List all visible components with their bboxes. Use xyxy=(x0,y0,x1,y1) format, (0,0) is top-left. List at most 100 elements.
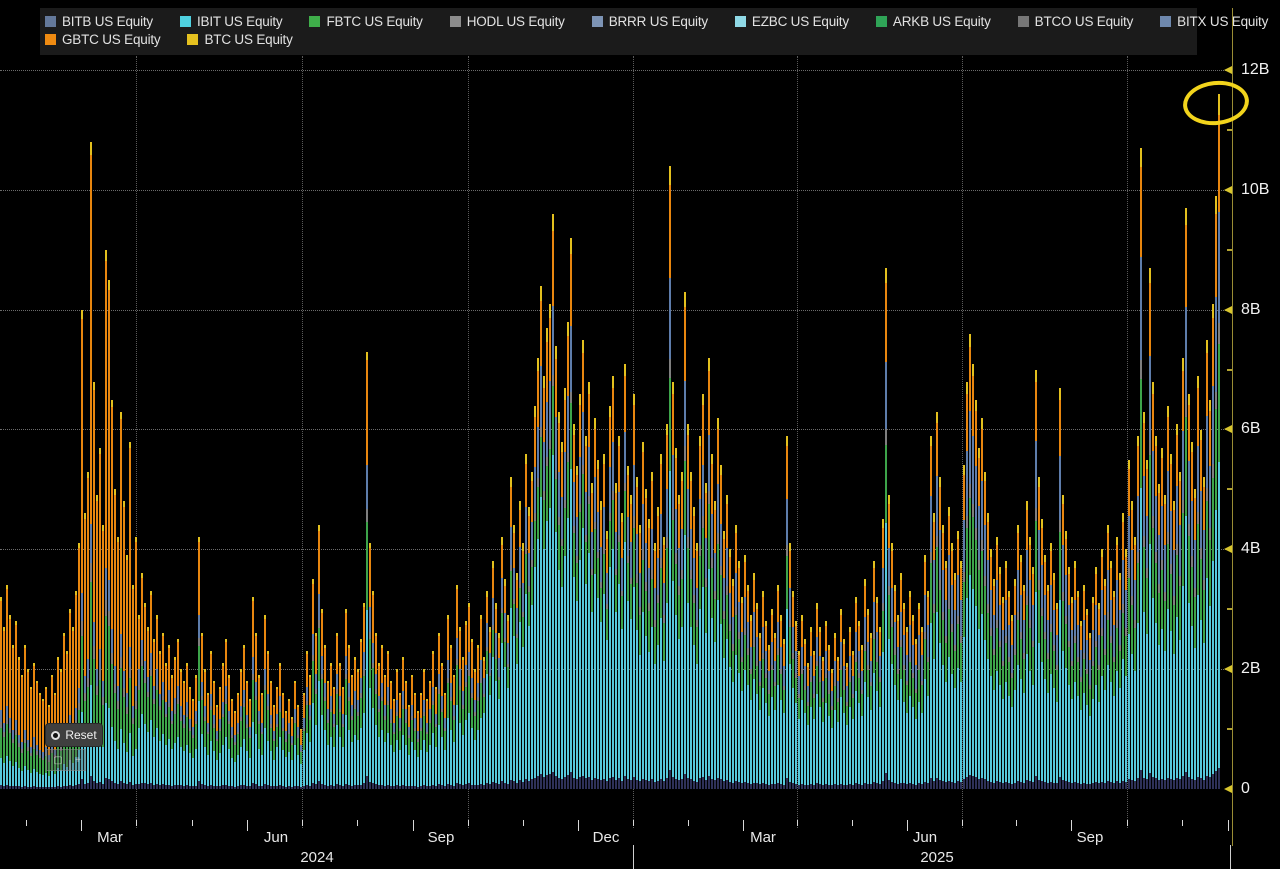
legend-item[interactable]: BITB US Equity xyxy=(45,14,153,29)
bar-segment-ibit xyxy=(591,612,593,780)
bar-segment-fbtc xyxy=(960,643,962,682)
bar-segment-gbtc xyxy=(414,695,416,718)
bar-segment-bitb xyxy=(897,784,899,789)
bar-segment-fbtc xyxy=(210,710,212,740)
bar-segment-gbtc xyxy=(909,597,911,625)
legend-item[interactable]: BTCO US Equity xyxy=(1018,14,1133,29)
bar-segment-gbtc xyxy=(1065,539,1067,575)
bar-segment-brrr xyxy=(903,635,905,665)
bar-segment-brrr xyxy=(645,543,647,582)
legend-item[interactable]: ARKB US Equity xyxy=(876,14,991,29)
bar-segment-ibit xyxy=(519,622,521,780)
bar xyxy=(681,471,683,789)
bar xyxy=(858,621,860,789)
bar-segment-gbtc xyxy=(723,539,725,578)
bar-segment-bitb xyxy=(804,785,806,789)
bar-segment-gbtc xyxy=(663,545,665,583)
bar-segment-hodl xyxy=(957,616,959,624)
legend-item[interactable]: GBTC US Equity xyxy=(45,32,160,47)
bar-segment-brrr xyxy=(537,427,539,479)
y-tick-arrow-icon xyxy=(1224,785,1232,793)
bar xyxy=(699,436,701,790)
bar-segment-fbtc xyxy=(939,590,941,643)
bar-segment-fbtc xyxy=(186,717,188,745)
bar-segment-gbtc xyxy=(558,423,560,472)
bar-segment-brrr xyxy=(360,678,362,693)
bar xyxy=(420,693,422,789)
bar-segment-bitb xyxy=(738,782,740,789)
bar-segment-gbtc xyxy=(378,666,380,696)
legend-item[interactable]: IBIT US Equity xyxy=(180,14,282,29)
bar-segment-brrr xyxy=(549,381,551,439)
bar-segment-hodl xyxy=(603,547,605,554)
bar-segment-gbtc xyxy=(876,603,878,632)
bar-segment-hodl xyxy=(1140,360,1142,379)
bar-segment-ibit xyxy=(753,679,755,783)
bar-segment-brrr xyxy=(312,634,314,655)
bar-segment-ibit xyxy=(375,725,377,784)
volume-bars[interactable] xyxy=(0,0,1232,789)
bar-segment-gbtc xyxy=(669,185,671,278)
bar xyxy=(1068,567,1070,789)
bar-segment-btc xyxy=(93,382,95,390)
bar xyxy=(402,657,404,789)
bar-segment-hodl xyxy=(705,578,707,587)
bar-segment-gbtc xyxy=(657,516,659,558)
bar-segment-brrr xyxy=(921,655,923,681)
bar-segment-btc xyxy=(972,364,974,377)
bar-segment-brrr xyxy=(633,465,635,516)
bar-segment-brrr xyxy=(447,660,449,677)
bar-segment-ibit xyxy=(39,774,41,787)
reset-button[interactable]: Reset xyxy=(46,724,102,746)
bar-segment-btc xyxy=(960,561,962,568)
bar xyxy=(27,669,29,789)
zoom-plus-tool-icon[interactable]: + xyxy=(70,749,86,771)
bar xyxy=(465,621,467,789)
bar-segment-bitb xyxy=(348,785,350,789)
bar-segment-bitb xyxy=(1035,776,1037,789)
bar-segment-btc xyxy=(1209,400,1211,412)
legend-item[interactable]: BITX US Equity xyxy=(1160,14,1268,29)
legend-item[interactable]: EZBC US Equity xyxy=(735,14,849,29)
bar-segment-ibit xyxy=(546,521,548,775)
bar-segment-gbtc xyxy=(1218,115,1220,212)
bar-segment-fbtc xyxy=(858,678,860,703)
bar xyxy=(531,471,533,789)
bar-segment-gbtc xyxy=(1128,469,1130,515)
bar-segment-brrr xyxy=(669,278,671,359)
bar-segment-gbtc xyxy=(921,632,923,655)
bar-segment-hodl xyxy=(984,576,986,586)
bar-segment-btc xyxy=(501,537,503,545)
bar-segment-ibit xyxy=(612,549,614,776)
bar-segment-gbtc xyxy=(279,666,281,696)
bar-segment-fbtc xyxy=(393,734,395,752)
bar-segment-hodl xyxy=(81,621,83,635)
bar xyxy=(564,388,566,789)
bar-segment-brrr xyxy=(588,447,590,496)
legend-item[interactable]: BTC US Equity xyxy=(187,32,292,47)
bar-segment-btc xyxy=(1125,549,1127,556)
bar-segment-bitb xyxy=(1011,784,1013,789)
bar-segment-bitb xyxy=(702,777,704,789)
bar-segment-gbtc xyxy=(951,551,953,585)
legend-item[interactable]: FBTC US Equity xyxy=(309,14,422,29)
legend-item[interactable]: HODL US Equity xyxy=(450,14,565,29)
bar-segment-hodl xyxy=(1200,548,1202,559)
bar-segment-bitb xyxy=(63,786,65,789)
bar xyxy=(1095,567,1097,789)
bar-segment-ibit xyxy=(24,766,26,786)
bar-segment-hodl xyxy=(1032,641,1034,648)
bar-segment-bitb xyxy=(108,779,110,789)
bar xyxy=(1035,370,1037,789)
bar xyxy=(900,573,902,789)
bar-segment-brrr xyxy=(882,568,884,603)
bar xyxy=(216,705,218,789)
bar-segment-gbtc xyxy=(615,493,617,533)
bar-segment-brrr xyxy=(132,706,134,718)
zoom-select-tool-icon[interactable]: ▢ xyxy=(46,749,70,771)
bar-segment-ibit xyxy=(1023,693,1025,783)
bar-segment-ibit xyxy=(357,740,359,786)
bar-segment-hodl xyxy=(1149,440,1151,456)
x-month-label: Sep xyxy=(428,829,455,846)
legend-item[interactable]: BRRR US Equity xyxy=(592,14,708,29)
